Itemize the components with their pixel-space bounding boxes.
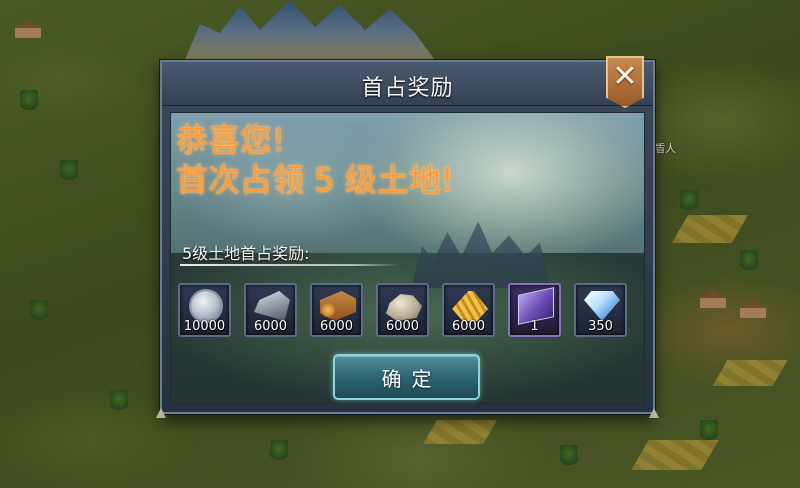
congrats-line-2: 首次占领 5 级土地!	[176, 161, 454, 199]
reward-slot-diamond[interactable]: 350	[574, 283, 627, 337]
close-icon: ✕	[612, 59, 638, 94]
map-tree	[740, 250, 758, 272]
silver-coin-icon	[191, 291, 221, 321]
iron-ingot-icon	[254, 291, 290, 321]
map-tree	[560, 445, 578, 467]
congrats-line-1: 恭喜您!	[176, 121, 285, 159]
map-tree	[30, 300, 48, 322]
reward-slot-stone[interactable]: 6000	[376, 283, 429, 337]
map-tree	[700, 420, 718, 442]
confirm-button-label: 确定	[381, 366, 442, 391]
stone-icon	[386, 294, 422, 321]
reward-count: 10000	[183, 319, 226, 334]
reward-slot-iron[interactable]: 6000	[244, 283, 297, 337]
wood-log-end	[321, 303, 335, 317]
map-tree	[60, 160, 78, 182]
reward-slot-wood[interactable]: 6000	[310, 283, 363, 337]
reward-slot-silver[interactable]: 10000	[178, 283, 231, 337]
dialog-title: 首占奖励	[361, 76, 454, 101]
map-player-label[interactable]: 盾人	[654, 140, 676, 156]
reward-count: 6000	[253, 319, 288, 334]
map-tree	[110, 390, 128, 412]
congrats-message: 恭喜您! 首次占领 5 级土地!	[176, 120, 454, 200]
map-tree	[20, 90, 38, 112]
reward-count: 1	[530, 319, 539, 334]
wheat-icon	[452, 291, 488, 321]
reward-slot-wheat[interactable]: 6000	[442, 283, 495, 337]
close-button[interactable]: ✕	[606, 56, 644, 108]
reward-label-underline	[180, 264, 400, 266]
map-tree	[270, 440, 288, 462]
diamond-icon	[584, 291, 620, 321]
confirm-button[interactable]: 确定	[333, 354, 480, 400]
reward-slot-book[interactable]: 1	[508, 283, 561, 337]
reward-count: 6000	[385, 319, 420, 334]
reward-count: 6000	[319, 319, 354, 334]
dialog-title-bar: 首占奖励	[162, 62, 653, 106]
map-tree	[680, 190, 698, 212]
reward-count: 350	[588, 319, 613, 334]
reward-count: 6000	[451, 319, 486, 334]
reward-label: 5级土地首占奖励:	[182, 244, 310, 263]
